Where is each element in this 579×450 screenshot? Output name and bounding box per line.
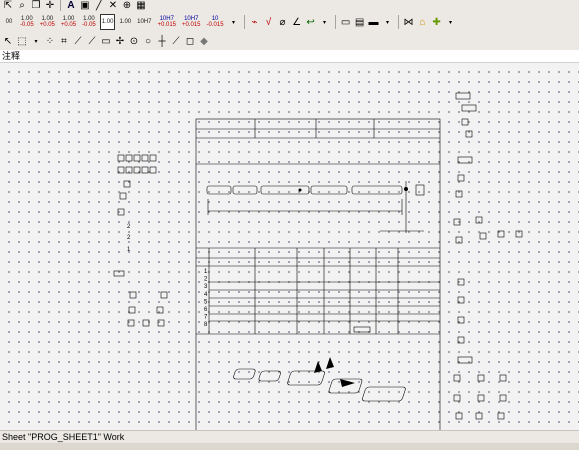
status-text: Sheet "PROG_SHEET1" Work	[2, 432, 125, 442]
dropdown-arrow-icon[interactable]: ▾	[319, 16, 331, 28]
points-icon[interactable]: ⁘	[44, 36, 56, 48]
zoom-icon[interactable]: ⌕	[16, 0, 28, 12]
dropdown-arrow-icon[interactable]: ▾	[228, 16, 240, 28]
cube-icon[interactable]: ◆	[198, 36, 210, 48]
crosshair-icon[interactable]: ✛	[44, 0, 56, 12]
line-tool-3-icon[interactable]: ⟋	[170, 36, 182, 48]
tolerance-button-00[interactable]: 00	[2, 14, 16, 30]
table-icon[interactable]: ▤	[354, 16, 366, 28]
sketch-icon[interactable]: ↖	[2, 36, 14, 48]
angle-icon[interactable]: ∠	[291, 16, 303, 28]
dropdown-arrow-icon[interactable]: ▾	[445, 16, 457, 28]
surface-finish-icon[interactable]: √	[263, 16, 275, 28]
picture-icon[interactable]: ▬	[368, 16, 380, 28]
arrow-icon[interactable]: ↩	[305, 16, 317, 28]
panel-title: 注释	[2, 51, 21, 61]
datum-icon[interactable]: ⌂	[417, 16, 429, 28]
note-icon[interactable]: ▣	[79, 0, 91, 12]
nodes-icon[interactable]: ⌗	[58, 36, 70, 48]
circle-icon[interactable]: ⊙	[128, 36, 140, 48]
image-icon[interactable]: ▦	[135, 0, 147, 12]
cross-icon[interactable]: ✕	[107, 0, 119, 12]
copy-icon[interactable]: ❐	[30, 0, 42, 12]
fit-button-3[interactable]: 10H7 +0.015	[180, 14, 203, 30]
tolerance-button-6[interactable]: 1.00	[117, 14, 133, 30]
diameter-icon[interactable]: ⌀	[277, 16, 289, 28]
rectangle-icon[interactable]: ▭	[100, 36, 112, 48]
dropdown-arrow-icon[interactable]: ▾	[382, 16, 394, 28]
square-icon[interactable]: ◻	[184, 36, 196, 48]
left-label-2: 2	[127, 235, 131, 241]
row-number: 8	[204, 322, 208, 328]
toolbar-separator	[243, 15, 245, 29]
fit-button-4[interactable]: 10 -0.015	[205, 14, 226, 30]
toolbar-separator	[334, 15, 336, 29]
left-label-1: 2	[127, 224, 131, 230]
fit-button-1[interactable]: 10H7	[135, 14, 153, 30]
tolerance-button-4[interactable]: 1.00 -0.05	[80, 14, 98, 30]
target-icon[interactable]: ✚	[431, 16, 443, 28]
point-icon[interactable]: ✢	[114, 36, 126, 48]
panel-header: 注释	[0, 50, 579, 62]
row-number: 2	[204, 277, 208, 283]
weld-symbol-icon[interactable]: ⌁	[249, 16, 261, 28]
row-number: 4	[204, 292, 208, 298]
line-tool-icon[interactable]: ⟋	[72, 36, 84, 48]
symbol-icon[interactable]: ⊕	[121, 0, 133, 12]
drawing-svg: 12345678 2 2 1	[113, 92, 523, 431]
row-number: 1	[204, 269, 208, 275]
circle-2-icon[interactable]: ○	[142, 36, 154, 48]
toolbar-sketch: ↖ ⬚ ▾ ⁘ ⌗ ⟋ ⟋ ▭ ✢ ⊙ ○ ┼ ⟋ ◻ ◆	[0, 33, 579, 51]
frame-icon[interactable]: ▭	[340, 16, 352, 28]
select-box-icon[interactable]: ⬚	[16, 36, 28, 48]
status-bar-lower	[0, 443, 579, 450]
tolerance-button-3[interactable]: 1.00 +0.05	[59, 14, 78, 30]
dropdown-arrow-icon[interactable]: ▾	[30, 36, 42, 48]
balloon-icon[interactable]: ⋈	[403, 16, 415, 28]
toolbar-tolerance: 00 1.00 -0.05 1.00 +0.05 1.00 +0.05 1.00 -0.…	[0, 11, 579, 34]
fit-button-2[interactable]: 10H7 +0.015	[155, 14, 178, 30]
pointer-icon[interactable]: ⇱	[2, 0, 14, 12]
status-bar: Sheet "PROG_SHEET1" Work	[0, 430, 579, 443]
cross-tool-icon[interactable]: ┼	[156, 36, 168, 48]
row-number: 5	[204, 299, 208, 305]
tolerance-button-1[interactable]: 1.00 -0.05	[18, 14, 36, 30]
line-tool-2-icon[interactable]: ⟋	[86, 36, 98, 48]
left-label-3: 1	[127, 247, 131, 253]
drawing-canvas[interactable]: 12345678 2 2 1	[0, 62, 579, 431]
tolerance-button-boxed[interactable]: 1.00	[99, 14, 116, 30]
toolbar-separator	[397, 15, 399, 29]
row-number: 7	[204, 315, 208, 321]
text-icon[interactable]: A	[65, 0, 77, 12]
row-number: 6	[204, 307, 208, 313]
row-number: 3	[204, 284, 208, 290]
sheet-frame	[195, 118, 441, 431]
line-icon[interactable]: ╱	[93, 0, 105, 12]
tolerance-button-2[interactable]: 1.00 +0.05	[38, 14, 57, 30]
